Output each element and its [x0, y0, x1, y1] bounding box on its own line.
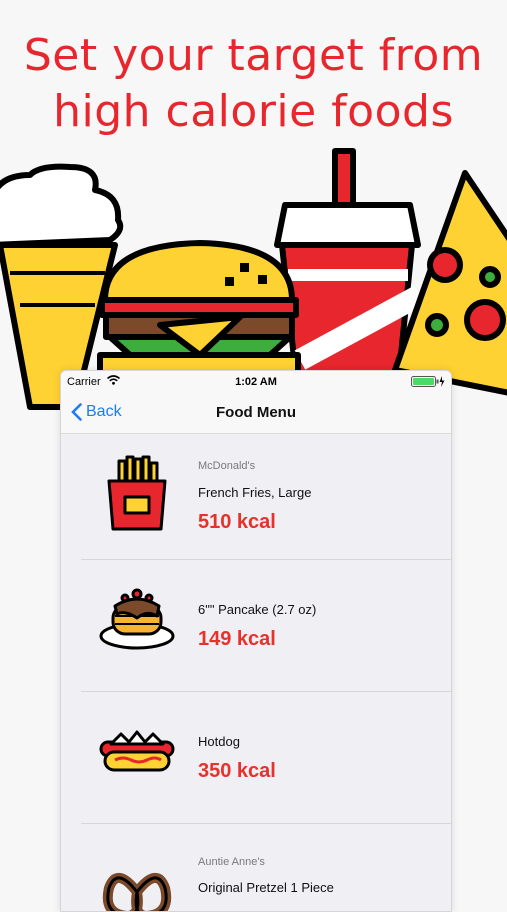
food-row[interactable]: 6"" Pancake (2.7 oz) 149 kcal [61, 560, 451, 691]
food-row[interactable]: McDonald's French Fries, Large 510 kcal [61, 433, 451, 564]
battery-icon [411, 376, 445, 387]
food-name: Original Pretzel 1 Piece [198, 880, 334, 895]
pretzel-icon [102, 873, 172, 911]
headline-line-2: high calorie foods [53, 86, 454, 137]
headline: Set your target from high calorie foods [0, 28, 507, 140]
hotdog-icon [99, 730, 175, 772]
food-name: Hotdog [198, 734, 240, 749]
nav-title: Food Menu [216, 404, 296, 421]
pancake-icon [99, 588, 175, 650]
food-brand: Auntie Anne's [198, 856, 265, 868]
food-kcal: 350 kcal [198, 760, 276, 782]
french-fries-icon [107, 455, 167, 531]
navigation-bar: Back Food Menu [61, 393, 451, 434]
burger-icon [97, 240, 301, 378]
food-kcal: 510 kcal [198, 511, 276, 533]
status-time: 1:02 AM [235, 376, 277, 388]
food-brand: McDonald's [198, 460, 256, 472]
status-bar: Carrier 1:02 AM [61, 371, 451, 393]
food-kcal: 149 kcal [198, 628, 276, 650]
food-row[interactable]: Auntie Anne's Original Pretzel 1 Piece [61, 824, 451, 911]
headline-line-1: Set your target from [23, 30, 484, 81]
food-name: French Fries, Large [198, 485, 312, 500]
phone-screenshot: Carrier 1:02 AM Back Food Menu McDonald'… [60, 370, 452, 912]
food-name: 6"" Pancake (2.7 oz) [198, 602, 317, 617]
food-row[interactable]: Hotdog 350 kcal [61, 692, 451, 823]
